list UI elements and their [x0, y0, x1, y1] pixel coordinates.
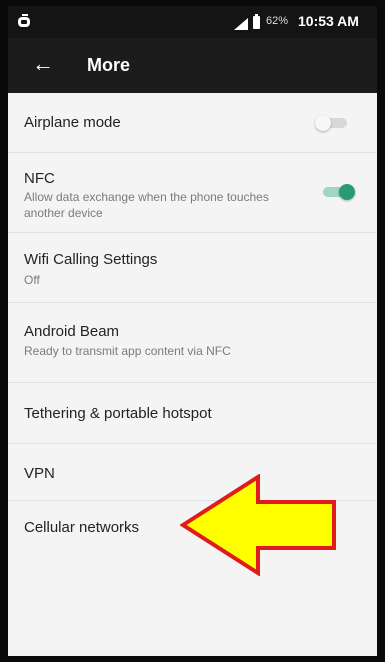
item-title: Wifi Calling Settings: [24, 251, 158, 268]
notification-icon: [18, 14, 30, 27]
page-title: More: [87, 55, 131, 75]
yellow-arrow-icon: [180, 474, 336, 576]
nfc-toggle[interactable]: [323, 184, 355, 200]
list-item-wifi-calling[interactable]: Wifi Calling Settings Off: [8, 233, 377, 303]
list-item-airplane-mode[interactable]: Airplane mode: [8, 93, 377, 153]
battery-icon: [253, 14, 260, 29]
item-title: Cellular networks: [24, 519, 140, 536]
battery-percent: 62%: [266, 15, 289, 27]
signal-icon: [234, 18, 248, 30]
back-arrow-icon[interactable]: ←: [32, 53, 54, 75]
item-title: Tethering & portable hotspot: [24, 405, 212, 422]
clock: 10:53 AM: [298, 13, 359, 29]
list-item-android-beam[interactable]: Android Beam Ready to transmit app conte…: [8, 303, 377, 383]
item-title: Android Beam: [24, 323, 120, 340]
toggle-thumb: [339, 184, 355, 200]
toggle-thumb: [315, 115, 331, 131]
list-item-tethering[interactable]: Tethering & portable hotspot: [8, 383, 377, 444]
airplane-mode-toggle[interactable]: [315, 115, 347, 131]
item-subtitle: Allow data exchange when the phone touch…: [24, 190, 269, 220]
item-title: Airplane mode: [24, 114, 121, 131]
item-subtitle: Ready to transmit app content via NFC: [24, 344, 231, 358]
toolbar: ← More: [8, 38, 377, 93]
item-subtitle: Off: [24, 273, 40, 287]
status-bar: 62% 10:53 AM: [8, 6, 377, 38]
list-item-nfc[interactable]: NFC Allow data exchange when the phone t…: [8, 153, 377, 233]
item-title: NFC: [24, 170, 55, 187]
item-title: VPN: [24, 465, 55, 482]
